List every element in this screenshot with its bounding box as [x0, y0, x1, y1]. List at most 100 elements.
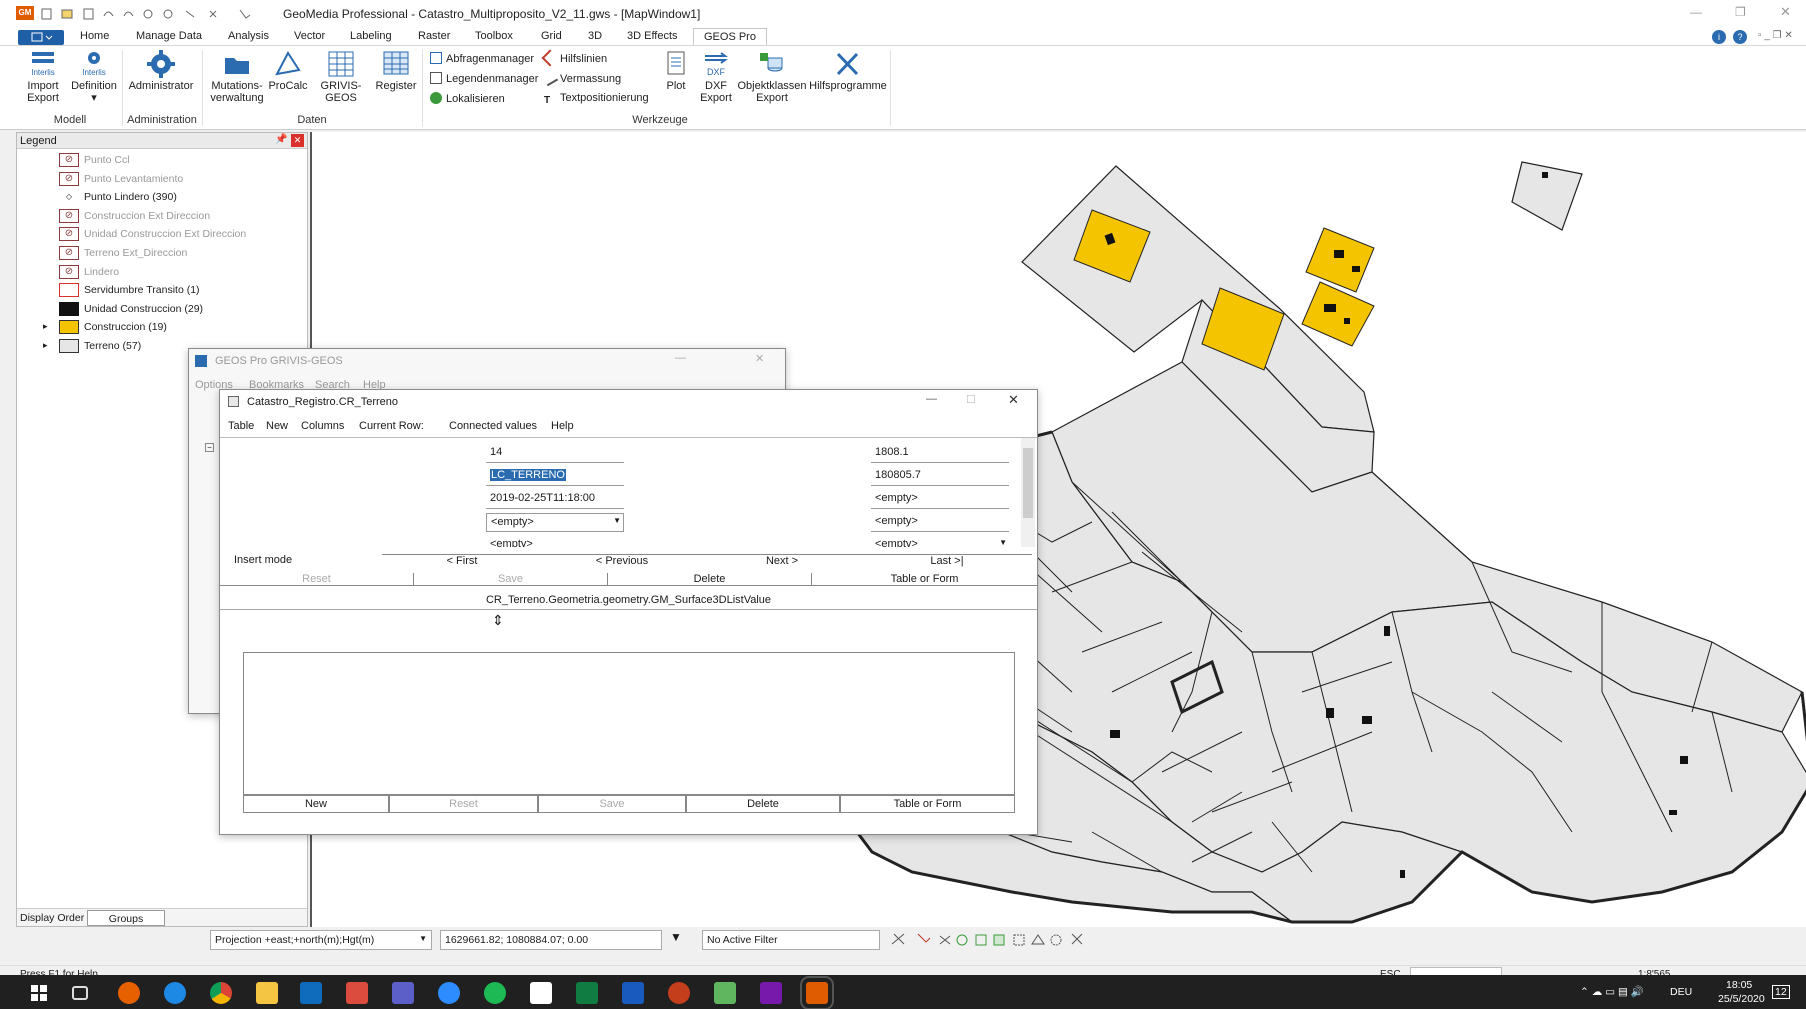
quick-access-toolbar[interactable]: [40, 8, 270, 20]
tab-toolbox[interactable]: Toolbox: [475, 30, 513, 42]
filter-display[interactable]: No Active Filter: [702, 930, 880, 950]
next-button[interactable]: Next >: [702, 554, 862, 567]
pin-icon[interactable]: 📌: [275, 134, 287, 145]
hilfslinien-button[interactable]: Hilfslinien: [541, 49, 607, 67]
coords-dropdown-button[interactable]: ▼: [666, 930, 686, 950]
previous-button[interactable]: < Previous: [542, 554, 702, 567]
tab-grid[interactable]: Grid: [541, 30, 562, 42]
form-menu-connected-values[interactable]: Connected values: [449, 420, 537, 432]
expand-arrow-icon[interactable]: ▸: [43, 340, 48, 351]
scrollbar-thumb[interactable]: [1023, 448, 1033, 518]
tab-manage-data[interactable]: Manage Data: [136, 30, 202, 42]
field-type[interactable]: LC_TERRENO: [486, 467, 624, 486]
tab-labeling[interactable]: Labeling: [350, 30, 392, 42]
close-window-button[interactable]: ✕: [1780, 4, 1791, 20]
lokalisieren-button[interactable]: Lokalisieren: [430, 92, 505, 105]
sub-table-or-form-button[interactable]: Table or Form: [840, 795, 1015, 813]
firefox-icon[interactable]: [118, 982, 140, 1004]
plot-button[interactable]: Plot: [660, 50, 692, 92]
last-button[interactable]: Last >|: [862, 554, 1032, 567]
task-view-icon[interactable]: [72, 986, 88, 1000]
field-left-5[interactable]: <empty>: [486, 536, 624, 547]
excel-icon[interactable]: [576, 982, 598, 1004]
restore-button[interactable]: ❐: [1735, 5, 1746, 19]
start-icon[interactable]: [28, 982, 50, 1004]
spotify-icon[interactable]: [484, 982, 506, 1004]
save-button[interactable]: Save: [414, 573, 608, 586]
tab-geos-pro[interactable]: GEOS Pro: [693, 28, 767, 45]
edge-icon[interactable]: [164, 982, 186, 1004]
todoist-icon[interactable]: [346, 982, 368, 1004]
tab-raster[interactable]: Raster: [418, 30, 450, 42]
sub-delete-button[interactable]: Delete: [686, 795, 840, 813]
tray-icons[interactable]: ⌃ ☁ ▭ ▤ 🔊: [1580, 985, 1644, 998]
close-icon[interactable]: ✕: [291, 134, 304, 147]
form-minimize-button[interactable]: —: [926, 393, 937, 405]
tab-analysis[interactable]: Analysis: [228, 30, 269, 42]
powerpoint-icon[interactable]: [668, 982, 690, 1004]
cr-terreno-form-window[interactable]: Catastro_Registro.CR_Terreno — ☐ ✕ Table…: [219, 389, 1038, 835]
sub-save-button[interactable]: Save: [538, 795, 686, 813]
tree-collapse-icon[interactable]: −: [205, 443, 214, 452]
geomedia-taskbar-icon[interactable]: [800, 976, 834, 1009]
clock-time[interactable]: 18:05: [1726, 979, 1752, 991]
teams-icon[interactable]: [392, 982, 414, 1004]
messenger-icon[interactable]: [438, 982, 460, 1004]
me-app-icon[interactable]: [530, 982, 552, 1004]
onenote-icon[interactable]: [760, 982, 782, 1004]
mutations-button[interactable]: Mutations-verwaltung: [206, 50, 268, 104]
word-icon[interactable]: [622, 982, 644, 1004]
form-menu-new[interactable]: New: [266, 420, 288, 432]
dxf-export-button[interactable]: DXF DXF Export: [696, 50, 736, 104]
form-maximize-button[interactable]: ☐: [966, 393, 976, 406]
interlis-definition-button[interactable]: Interlis Definition ▾: [66, 50, 122, 104]
interlis-import-export-button[interactable]: Interlis Import Export: [20, 50, 66, 104]
chrome-icon[interactable]: [210, 982, 232, 1004]
notepad-icon[interactable]: [714, 982, 736, 1004]
form-menu-table[interactable]: Table: [228, 420, 254, 432]
objektklassen-export-button[interactable]: Objektklassen Export: [736, 50, 808, 104]
field-value[interactable]: 180805.7: [871, 467, 1009, 486]
tab-3d[interactable]: 3D: [588, 30, 602, 42]
legendenmanager-button[interactable]: Legendenmanager: [430, 72, 538, 85]
tab-home[interactable]: Home: [80, 30, 109, 42]
abfragenmanager-button[interactable]: Abfragenmanager: [430, 52, 534, 65]
register-button[interactable]: Register: [374, 50, 418, 92]
field-right-3[interactable]: <empty>: [871, 490, 1009, 509]
outlook-icon[interactable]: [300, 982, 322, 1004]
file-explorer-icon[interactable]: [256, 982, 278, 1004]
subtable-grid[interactable]: [243, 652, 1015, 795]
field-right-5[interactable]: <empty> ▼: [871, 536, 1009, 547]
minimize-button[interactable]: —: [1690, 5, 1702, 19]
notification-icon[interactable]: 12: [1772, 985, 1790, 999]
sub-new-button[interactable]: New: [243, 795, 389, 813]
field-id[interactable]: 14: [486, 444, 624, 463]
clock-date[interactable]: 25/5/2020: [1718, 993, 1765, 1005]
tab-display-order[interactable]: Display Order: [20, 912, 84, 924]
procalc-button[interactable]: ProCalc: [268, 50, 308, 92]
tab-groups[interactable]: Groups: [87, 910, 165, 926]
form-menu-current-row[interactable]: Current Row:: [359, 420, 424, 432]
form-menu-columns[interactable]: Columns: [301, 420, 344, 432]
form-menu-help[interactable]: Help: [551, 420, 574, 432]
help-icon[interactable]: ?: [1733, 30, 1747, 44]
grivis-close-button[interactable]: ✕: [755, 352, 764, 365]
table-or-form-button[interactable]: Table or Form: [812, 573, 1037, 586]
language-indicator[interactable]: DEU: [1670, 986, 1692, 998]
field-right-4[interactable]: <empty>: [871, 513, 1009, 532]
delete-button[interactable]: Delete: [608, 573, 812, 586]
first-button[interactable]: < First: [382, 554, 542, 567]
form-scrollbar[interactable]: [1021, 438, 1035, 547]
expand-arrow-icon[interactable]: ▸: [43, 321, 48, 332]
grivis-minimize-button[interactable]: —: [675, 352, 686, 364]
file-menu-button[interactable]: [18, 30, 64, 45]
reset-button[interactable]: Reset: [220, 573, 414, 586]
field-area[interactable]: 1808.1: [871, 444, 1009, 463]
map-tool-icons[interactable]: [890, 932, 1120, 951]
textpositionierung-button[interactable]: T Textpositionierung: [544, 92, 649, 107]
info-icon[interactable]: i: [1712, 30, 1726, 44]
hilfsprogramme-button[interactable]: Hilfsprogramme: [808, 50, 888, 92]
tab-3d-effects[interactable]: 3D Effects: [627, 30, 678, 42]
field-dropdown[interactable]: <empty> ▼: [486, 513, 624, 532]
tab-vector[interactable]: Vector: [294, 30, 325, 42]
